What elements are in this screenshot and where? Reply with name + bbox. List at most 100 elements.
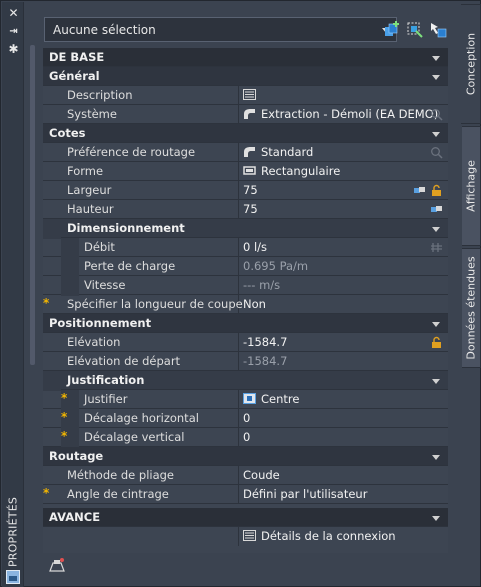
prop-value[interactable]: Standard: [243, 145, 313, 159]
subcategory-label: Justification: [67, 373, 145, 387]
category-cotes[interactable]: Cotes: [43, 124, 448, 143]
prop-value[interactable]: Centre: [243, 392, 299, 406]
prop-label: Angle de cintrage: [67, 487, 169, 501]
prop-value[interactable]: Rectangulaire: [243, 164, 340, 178]
prop-value[interactable]: [243, 88, 261, 102]
prop-label: Décalage vertical: [84, 430, 185, 444]
prop-label: Vitesse: [84, 278, 126, 292]
prop-value: 0.695 Pa/m: [243, 259, 309, 273]
search-icon[interactable]: [430, 146, 443, 159]
tab-affichage[interactable]: Affichage: [462, 126, 481, 246]
category-label: Cotes: [49, 126, 86, 140]
add-to-selection-icon[interactable]: [383, 21, 401, 39]
close-icon[interactable]: ✕: [7, 7, 20, 20]
prop-label: Système: [67, 107, 117, 121]
category-general[interactable]: Général: [43, 67, 448, 86]
prop-value[interactable]: Coude: [243, 468, 280, 482]
prop-value[interactable]: 0: [243, 430, 250, 444]
category-label: Routage: [49, 449, 104, 463]
prop-label: Décalage horizontal: [84, 411, 199, 425]
link-icon[interactable]: [430, 203, 443, 216]
subcategory-justification[interactable]: Justification: [43, 371, 448, 391]
settings-gear-icon[interactable]: ✱: [7, 43, 20, 56]
lock-icon[interactable]: [430, 336, 443, 349]
calculator-icon[interactable]: [430, 241, 443, 254]
chevron-down-icon: [432, 75, 440, 80]
quick-select-icon[interactable]: [406, 21, 424, 39]
subcategory-label: Dimensionnement: [67, 221, 185, 235]
prop-value[interactable]: Détails de la connexion: [243, 529, 396, 543]
properties-palette: ✕ ⇥ ✱ PROPRIÉTÉS Aucune sélection DE BAS…: [0, 0, 481, 587]
palette-tabs: Conception Affichage Données étendues: [461, 4, 481, 584]
prop-row-methode-pliage[interactable]: Méthode de pliage Coude: [43, 466, 448, 485]
prop-row-longueur-coupe[interactable]: Spécifier la longueur de coupe Non: [43, 295, 448, 314]
prop-value[interactable]: -1584.7: [243, 335, 287, 349]
prop-label: Hauteur: [67, 202, 114, 216]
palette-mode-icon[interactable]: [6, 570, 20, 584]
prop-row-forme[interactable]: Forme Rectangulaire: [43, 162, 448, 181]
required-marker-icon: *: [61, 410, 68, 424]
prop-row-decalage-vertical[interactable]: Décalage vertical 0: [43, 428, 448, 448]
prop-value[interactable]: Extraction - Démoli (EA DEMO): [243, 107, 438, 121]
property-grid: DE BASE Général Description Système Extr…: [43, 48, 448, 553]
prop-value[interactable]: Non: [243, 297, 266, 311]
prop-row-hauteur[interactable]: Hauteur 75: [43, 200, 448, 219]
chevron-down-icon: [432, 516, 440, 521]
prop-row-angle-cintrage[interactable]: Angle de cintrage Défini par l'utilisate…: [43, 485, 448, 504]
prop-label: Description: [67, 88, 133, 102]
subcategory-dimensionnement[interactable]: Dimensionnement: [43, 219, 448, 239]
chevron-down-icon: [432, 56, 440, 61]
palette-title: PROPRIÉTÉS: [6, 496, 20, 568]
prop-value[interactable]: 75: [243, 202, 258, 216]
prop-row-perte-de-charge[interactable]: Perte de charge 0.695 Pa/m: [43, 257, 448, 277]
prop-value[interactable]: 75: [243, 183, 258, 197]
prop-row-elevation[interactable]: Elévation -1584.7: [43, 333, 448, 352]
prop-row-decalage-horizontal[interactable]: Décalage horizontal 0: [43, 409, 448, 429]
prop-value[interactable]: 0 l/s: [243, 240, 267, 254]
prop-label: Méthode de pliage: [67, 468, 175, 482]
prop-row-preference-routage[interactable]: Préférence de routage Standard: [43, 143, 448, 162]
prop-row-details-connexion[interactable]: Détails de la connexion: [43, 527, 448, 546]
category-label: AVANCE: [49, 510, 101, 524]
prop-row-systeme[interactable]: Système Extraction - Démoli (EA DEMO): [43, 105, 448, 124]
prop-value[interactable]: Défini par l'utilisateur: [243, 487, 367, 501]
prop-row-debit[interactable]: Débit 0 l/s: [43, 238, 448, 258]
chevron-down-icon: [432, 379, 440, 384]
prop-value[interactable]: 0: [243, 411, 250, 425]
autohide-icon[interactable]: ⇥: [7, 25, 20, 38]
lock-icon[interactable]: [430, 184, 443, 197]
prop-row-description[interactable]: Description: [43, 86, 448, 105]
prop-label: Préférence de routage: [67, 145, 196, 159]
selection-dropdown[interactable]: Aucune sélection: [44, 17, 397, 42]
select-objects-icon[interactable]: [429, 21, 447, 39]
required-marker-icon: *: [61, 429, 68, 443]
prop-row-vitesse[interactable]: Vitesse --- m/s: [43, 276, 448, 296]
description-editor-icon: [243, 89, 256, 100]
link-icon[interactable]: [413, 184, 426, 197]
palette-title-strip: ✕ ⇥ ✱ PROPRIÉTÉS: [2, 2, 24, 587]
toolbar: Aucune sélection: [25, 3, 462, 43]
required-marker-icon: *: [43, 296, 50, 310]
tab-conception[interactable]: Conception: [461, 4, 481, 124]
prop-row-justifier[interactable]: Justifier Centre: [43, 390, 448, 410]
tab-donnees-etendues[interactable]: Données étendues: [462, 248, 481, 368]
prop-label: Elévation de départ: [67, 354, 181, 368]
chevron-down-icon: [432, 455, 440, 460]
search-icon[interactable]: [430, 108, 443, 121]
prop-value: --- m/s: [243, 278, 281, 292]
prop-row-largeur[interactable]: Largeur 75: [43, 181, 448, 200]
connection-details-icon: [243, 530, 256, 541]
chevron-down-icon: [432, 322, 440, 327]
scrollbar[interactable]: [30, 45, 35, 365]
category-de-base[interactable]: DE BASE: [43, 48, 448, 67]
chevron-down-icon: [432, 132, 440, 137]
quick-properties-icon[interactable]: [48, 557, 66, 573]
prop-label: Largeur: [67, 183, 112, 197]
prop-label: Débit: [84, 240, 115, 254]
category-positionnement[interactable]: Positionnement: [43, 314, 448, 333]
category-avance[interactable]: AVANCE: [43, 508, 448, 527]
prop-label: Forme: [67, 164, 104, 178]
category-routage[interactable]: Routage: [43, 447, 448, 466]
prop-row-elevation-depart[interactable]: Elévation de départ -1584.7: [43, 352, 448, 371]
category-label: DE BASE: [49, 50, 105, 64]
